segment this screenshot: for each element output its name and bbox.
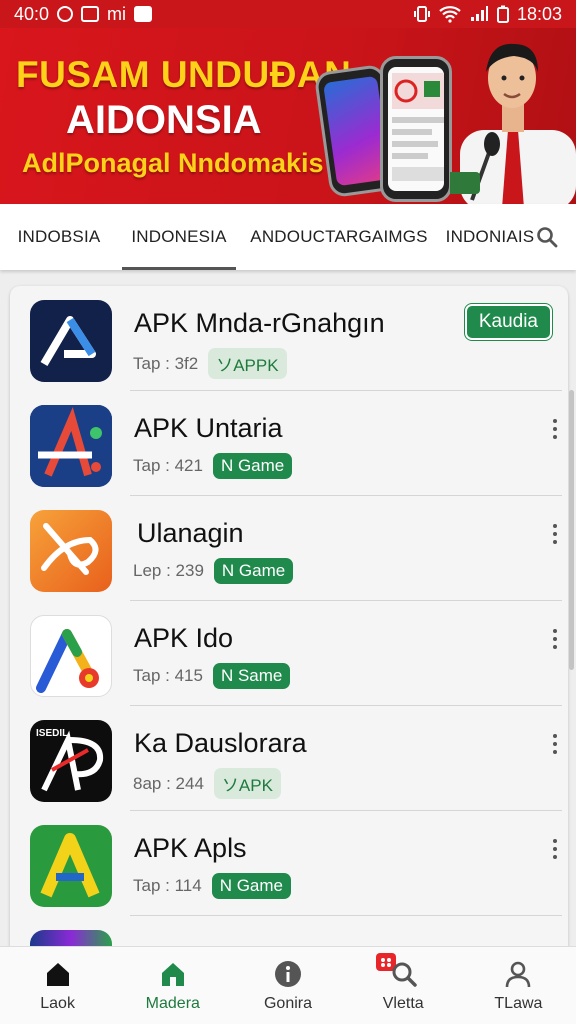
signal-icon (470, 6, 488, 21)
app-list: APK Mnda-rGnahgın Tap : 3f2 ソAPPK Kaudia… (10, 286, 568, 986)
search-icon (376, 952, 417, 987)
app-meta: Lep : 239 (133, 561, 204, 580)
nav-label: Laok (40, 994, 75, 1012)
nav-item-madera[interactable]: Madera (115, 947, 230, 1024)
list-item[interactable]: Ulanagin Lep : 239 N Game (10, 496, 568, 601)
app-badge: N Game (211, 873, 291, 899)
image-icon (134, 6, 153, 22)
list-item[interactable]: APK Ido Tap : 415 N Same (10, 601, 568, 706)
profile-icon (506, 961, 531, 987)
status-carrier: mi (107, 3, 127, 24)
app-icon-label: ISEDIL (36, 728, 68, 739)
app-meta: Tap : 421 (133, 456, 203, 475)
app-meta: Tap : 114 (133, 876, 202, 895)
app-meta: Tap : 415 (133, 666, 203, 685)
more-options-icon[interactable] (552, 419, 558, 439)
app-name: APK Mnda-rGnahgın (134, 308, 385, 338)
wifi-icon (439, 6, 461, 23)
app-badge: ソAPK (213, 768, 281, 799)
app-badge: ソAPPK (208, 348, 287, 379)
app-badge: N Same (212, 663, 291, 689)
app-icon: ISEDIL (30, 720, 112, 802)
banner-title: FUSAM UNDUĐAN (16, 54, 352, 95)
install-button[interactable]: Kaudia (464, 304, 552, 340)
app-badge: N Game (212, 453, 293, 479)
status-time-right: 18:03 (516, 3, 562, 24)
app-badge: N Game (213, 558, 294, 584)
app-name: APK Apls (134, 833, 247, 863)
search-icon[interactable] (536, 226, 558, 248)
store-icon (161, 962, 184, 986)
home-icon (46, 962, 69, 986)
app-icon (30, 615, 112, 697)
notification-icon (81, 6, 100, 22)
tab-indobsia[interactable]: INDOBSIA (0, 204, 118, 270)
list-item[interactable]: ISEDIL Ka Dauslorara 8ap : 244 ソAPK (10, 706, 568, 811)
status-bar: 40:0 mi 18:03 (0, 0, 576, 28)
scrollbar[interactable] (569, 390, 574, 670)
nav-item-gonira[interactable]: Gonira (230, 947, 345, 1024)
nav-label: TLawa (494, 994, 543, 1012)
info-icon (275, 960, 301, 987)
nav-label: Gonira (263, 994, 313, 1012)
promo-banner[interactable]: FUSAM UNDUĐAN AIDONSIA AdlPonagal Nndoma… (0, 28, 576, 204)
app-meta: Tap : 3f2 (133, 353, 199, 373)
nav-label: Vletta (382, 994, 424, 1012)
list-item[interactable]: APK Apls Tap : 114 N Game (10, 811, 568, 916)
alarm-icon (57, 6, 74, 22)
nav-label: Madera (145, 994, 200, 1012)
tab-andouctargaimgs[interactable]: ANDOUCTARGAIMGS (240, 204, 438, 270)
spokesperson-image (450, 43, 576, 204)
battery-icon (496, 5, 509, 23)
banner-subtitle: AdlPonagal Nndomakis (22, 148, 324, 178)
app-name: Ka Dauslorara (134, 728, 307, 758)
banner-title-2: AIDONSIA (66, 98, 262, 142)
tab-indoniais[interactable]: INDONIAIS (444, 204, 536, 270)
app-icon (30, 300, 112, 382)
list-item[interactable]: APK Untaria Tap : 421 N Game (10, 391, 568, 496)
app-name: APK Ido (134, 623, 234, 653)
app-icon (30, 825, 112, 907)
app-icon (30, 405, 112, 487)
more-options-icon[interactable] (552, 734, 558, 754)
phone-illustration-2 (380, 56, 452, 202)
nav-item-laok[interactable]: Laok (0, 947, 115, 1024)
app-name: APK Untaria (134, 413, 283, 443)
app-icon (30, 510, 112, 592)
tab-indonesia[interactable]: INDONESIA (122, 204, 236, 270)
category-tabs: INDOBSIA INDONESIA ANDOUCTARGAIMGS INDON… (0, 204, 576, 270)
list-item[interactable]: APK Mnda-rGnahgın Tap : 3f2 ソAPPK Kaudia (10, 286, 568, 391)
more-options-icon[interactable] (552, 629, 558, 649)
more-options-icon[interactable] (552, 524, 558, 544)
more-options-icon[interactable] (552, 839, 558, 859)
status-time-left: 40:0 (14, 3, 50, 24)
nav-item-vletta[interactable]: Vletta (346, 947, 461, 1024)
app-name: Ulanagin (137, 518, 244, 548)
app-meta: 8ap : 244 (133, 773, 204, 793)
vibrate-icon (413, 6, 430, 22)
bottom-navigation: Laok Madera Gonira Vletta TLawa (0, 946, 576, 1024)
nav-item-tlawa[interactable]: TLawa (461, 947, 576, 1024)
